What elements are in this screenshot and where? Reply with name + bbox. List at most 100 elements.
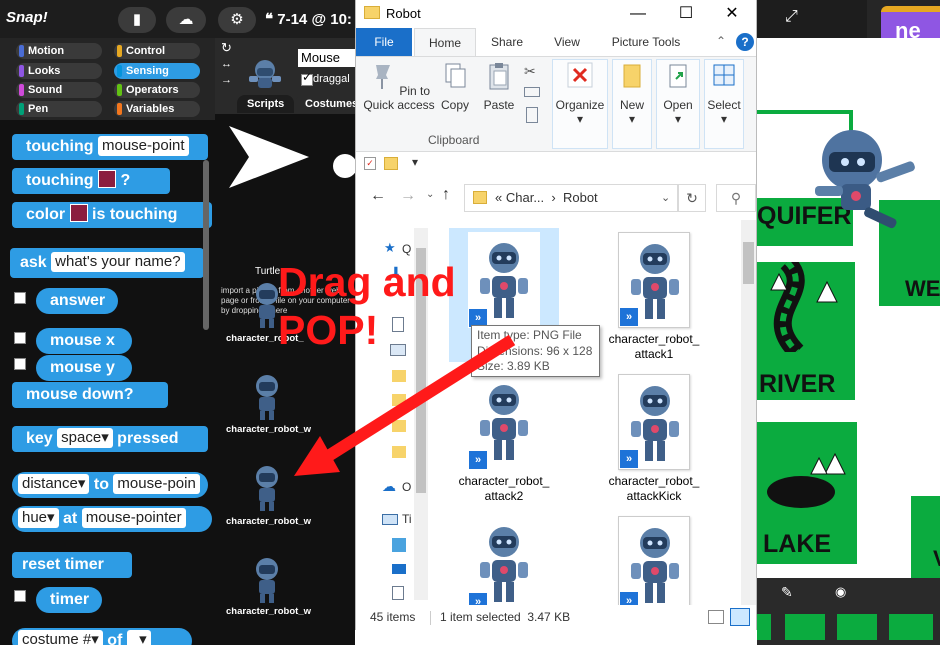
paste-shortcut-icon[interactable] [526, 107, 538, 123]
of-target-dropdown[interactable]: ▾ [126, 630, 151, 645]
details-view-icon[interactable] [708, 610, 724, 624]
costume-robot-icon[interactable] [245, 555, 289, 605]
breadcrumb-item[interactable]: Robot [563, 190, 598, 205]
pin-quick-access-button[interactable]: Pin to Quick access [360, 61, 438, 112]
costume-of-block[interactable]: costume #▾ of ▾ [12, 628, 192, 645]
category-control[interactable]: Control [114, 43, 200, 59]
category-operators[interactable]: Operators [114, 82, 200, 98]
distance-dropdown[interactable]: distance▾ [18, 474, 90, 494]
nav-label[interactable]: Ti [402, 512, 412, 526]
rotation-both-icon[interactable]: ↔ [221, 58, 232, 70]
new-folder-quick-icon[interactable] [384, 157, 398, 170]
ask-text-input[interactable]: what's your name? [51, 252, 185, 272]
answer-reporter[interactable]: answer [36, 288, 118, 314]
refresh-button[interactable]: ↻ [678, 184, 706, 212]
touching-mouse-block[interactable]: touching mouse-point [12, 134, 208, 160]
costume-robot-icon[interactable] [245, 372, 289, 422]
paint-new-sprite-icon[interactable]: ✎ [781, 584, 793, 601]
copy-path-icon[interactable] [524, 87, 540, 97]
key-dropdown[interactable]: space▾ [57, 428, 113, 448]
stage[interactable]: QUIFER RIVER LAKE WE V [757, 38, 940, 578]
timer-checkbox[interactable] [14, 590, 26, 602]
robot-sprite-icon[interactable] [797, 122, 927, 232]
category-looks[interactable]: Looks [16, 63, 102, 79]
category-pen[interactable]: Pen [16, 101, 102, 117]
category-motion[interactable]: Motion [16, 43, 102, 59]
color-is-touching-block[interactable]: color is touching [12, 202, 212, 228]
timer-reporter[interactable]: timer [36, 587, 102, 613]
tab-costumes[interactable]: Costumes [295, 95, 355, 113]
search-button[interactable]: ⚲ [716, 184, 756, 212]
category-sound[interactable]: Sound [16, 82, 102, 98]
new-button[interactable]: New ▾ [612, 61, 652, 126]
properties-icon[interactable]: ✓ [364, 157, 376, 170]
documents-icon[interactable] [392, 586, 404, 600]
nav-label[interactable]: O [402, 480, 411, 494]
distance-target-dropdown[interactable]: mouse-poin [113, 474, 200, 494]
category-sensing[interactable]: Sensing [114, 63, 200, 79]
mouse-y-checkbox[interactable] [14, 358, 26, 370]
sprite-thumbnail[interactable] [785, 614, 825, 640]
fullscreen-expand-icon[interactable]: ⤢ [785, 8, 798, 26]
rotation-style-icon[interactable]: ↻ [221, 40, 232, 56]
file-item[interactable]: » character_robot_ attackKick [599, 370, 709, 504]
this-pc-icon[interactable] [382, 514, 398, 525]
paint-brush-icon[interactable] [333, 154, 355, 178]
attribute-dropdown[interactable]: hue▾ [18, 508, 59, 528]
reset-timer-block[interactable]: reset timer [12, 552, 132, 578]
settings-gear-icon[interactable]: ⚙ [218, 7, 256, 33]
address-box[interactable]: « Char... › Robot ⌄ [464, 184, 678, 212]
mouse-x-reporter[interactable]: mouse x [36, 328, 132, 354]
key-pressed-block[interactable]: key space▾ pressed [12, 426, 208, 452]
file-scrollbar-thumb[interactable] [743, 242, 754, 284]
category-variables[interactable]: Variables [114, 101, 200, 117]
nav-folder-icon[interactable] [392, 394, 406, 406]
tab-picture-tools[interactable]: Picture Tools [604, 28, 688, 56]
tab-home[interactable]: Home [414, 28, 476, 56]
tab-share[interactable]: Share [480, 28, 534, 56]
tab-scripts[interactable]: Scripts [237, 95, 295, 113]
cloud-icon[interactable]: ☁ [166, 7, 206, 33]
forward-arrow-icon[interactable]: → [400, 187, 416, 205]
onedrive-cloud-icon[interactable]: ☁ [382, 478, 396, 495]
rotation-none-icon[interactable]: → [221, 74, 232, 86]
ask-block[interactable]: ask what's your name? [10, 248, 204, 278]
color-swatch[interactable] [98, 170, 116, 188]
file-item[interactable]: » character_robot_ attack2 [449, 370, 559, 504]
breadcrumb-overflow[interactable]: « [495, 190, 502, 205]
file-item[interactable]: » [449, 512, 559, 605]
minimize-button[interactable]: — [618, 2, 658, 26]
file-icon[interactable]: ▮ [118, 7, 156, 33]
large-icons-view-icon[interactable] [730, 608, 750, 626]
nav-folder-icon[interactable] [392, 370, 406, 382]
organize-button[interactable]: Organize ▾ [552, 61, 608, 126]
desktop-icon[interactable] [392, 564, 406, 574]
mouse-y-reporter[interactable]: mouse y [36, 355, 132, 381]
paste-button[interactable]: Paste [480, 61, 518, 112]
camera-icon[interactable]: ◉ [835, 584, 846, 600]
breadcrumb-item[interactable]: Char... [506, 190, 544, 205]
file-item[interactable]: » character_robot_ attack1 [599, 228, 709, 362]
3d-objects-icon[interactable] [392, 538, 406, 552]
sprite-thumbnail[interactable] [757, 614, 771, 640]
mouse-x-checkbox[interactable] [14, 332, 26, 344]
answer-checkbox[interactable] [14, 292, 26, 304]
nav-label[interactable]: Q [402, 242, 411, 256]
sprite-thumbnail[interactable] [837, 614, 877, 640]
at-target-dropdown[interactable]: mouse-pointer [81, 508, 186, 528]
file-scrollbar[interactable] [741, 220, 756, 605]
palette-scrollbar[interactable] [203, 160, 209, 330]
snap-logo[interactable]: Snap! [6, 9, 48, 26]
sprite-name-field[interactable]: Mouse [298, 49, 355, 67]
tab-file[interactable]: File [356, 28, 412, 56]
hue-at-block[interactable]: hue▾ at mouse-pointer [12, 506, 212, 532]
quick-access-star-icon[interactable]: ★ [384, 240, 396, 256]
address-dropdown-icon[interactable]: ⌄ [661, 185, 670, 211]
copy-button[interactable]: Copy [438, 61, 472, 112]
sprite-thumbnail[interactable] [889, 614, 933, 640]
color-swatch[interactable] [69, 204, 88, 222]
mouse-down-block[interactable]: mouse down? [12, 382, 168, 408]
nav-folder-icon[interactable] [392, 420, 406, 432]
collapse-ribbon-icon[interactable]: ⌃ [716, 34, 726, 48]
file-item[interactable]: » [599, 512, 709, 605]
